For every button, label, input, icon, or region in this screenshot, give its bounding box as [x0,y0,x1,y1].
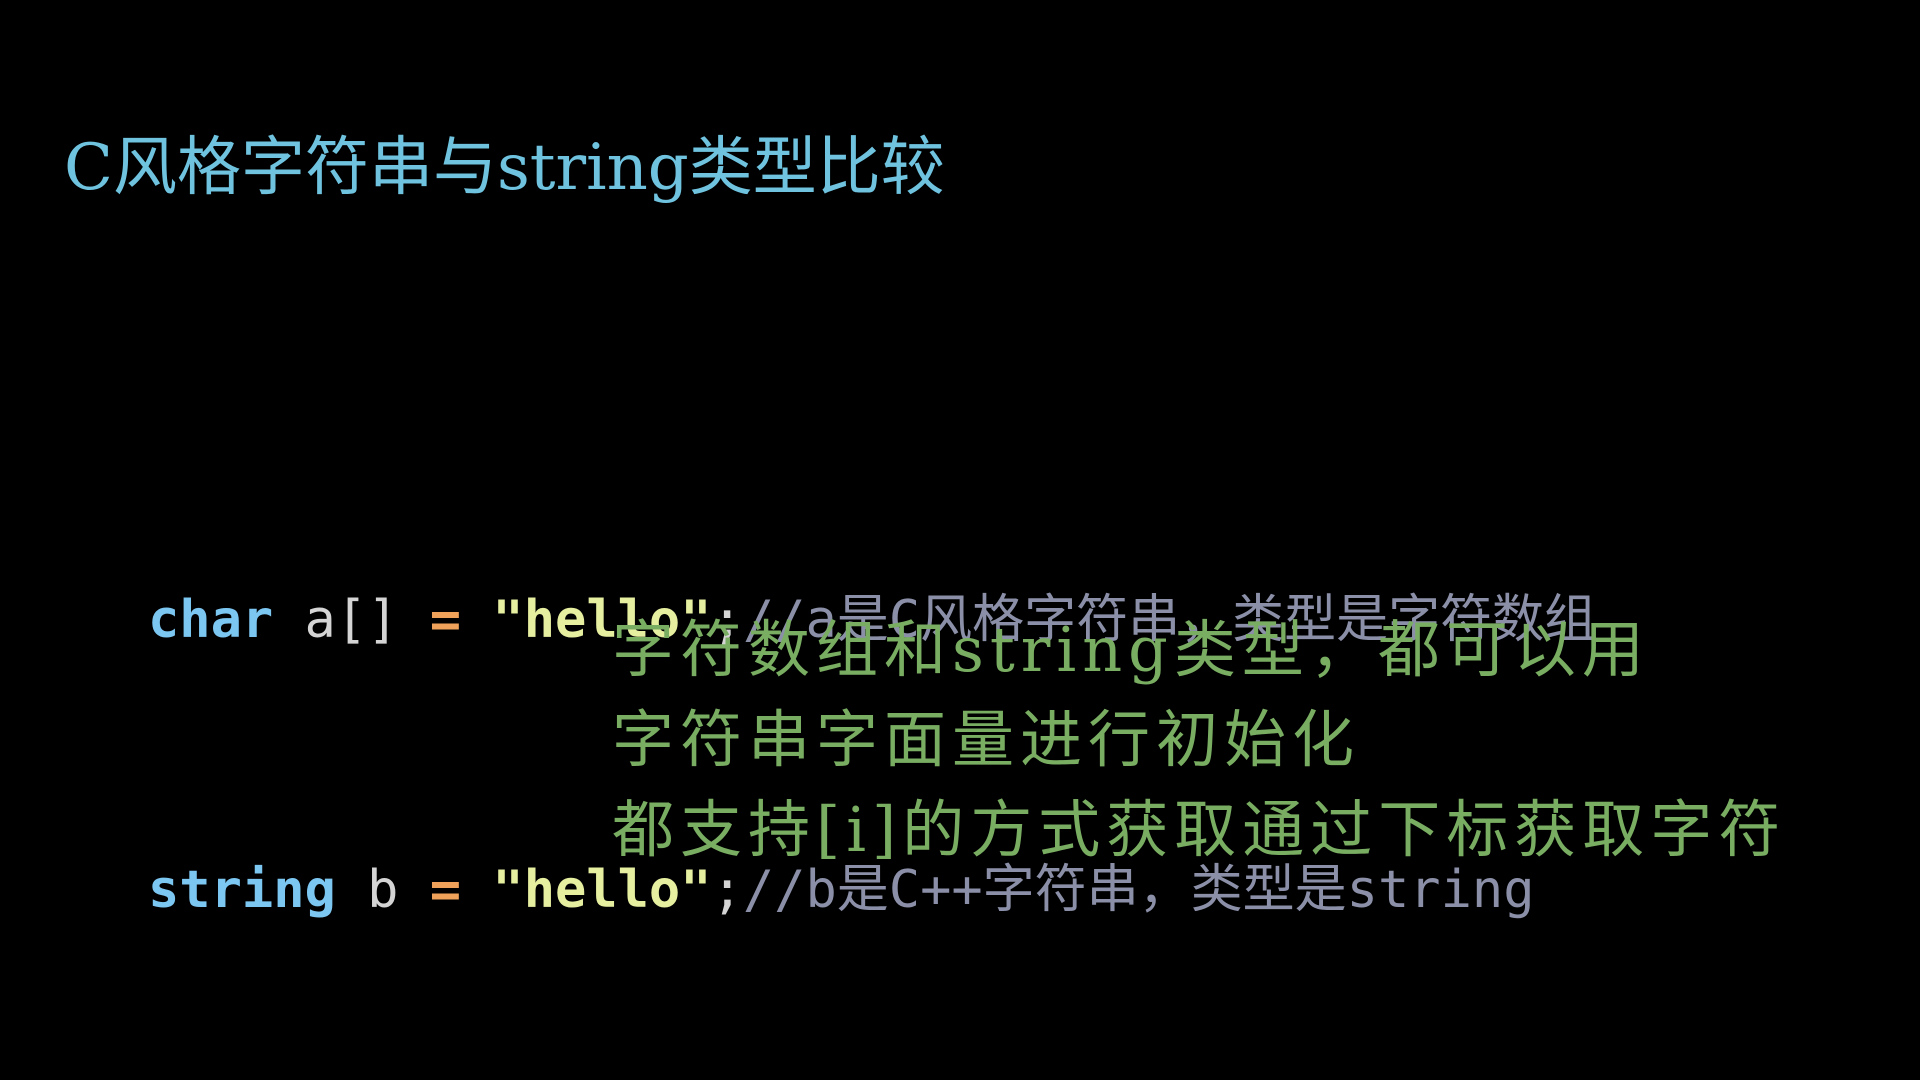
code-keyword: char [148,590,274,650]
note-line: 字符串字面量进行初始化 [612,703,1361,776]
notes-block: 字符数组和string类型，都可以用 字符串字面量进行初始化 都支持[i]的方式… [612,605,1786,875]
code-keyword: string [148,860,336,920]
code-operator: = [429,590,462,650]
note-line: 都支持[i]的方式获取通过下标获取字符 [612,793,1787,866]
code-operator: = [429,860,462,920]
note-line: 字符数组和string类型，都可以用 [612,613,1650,686]
code-identifier: b [335,860,430,920]
slide-title: C风格字符串与string类型比较 [64,131,945,205]
code-identifier: a[] [273,590,430,650]
